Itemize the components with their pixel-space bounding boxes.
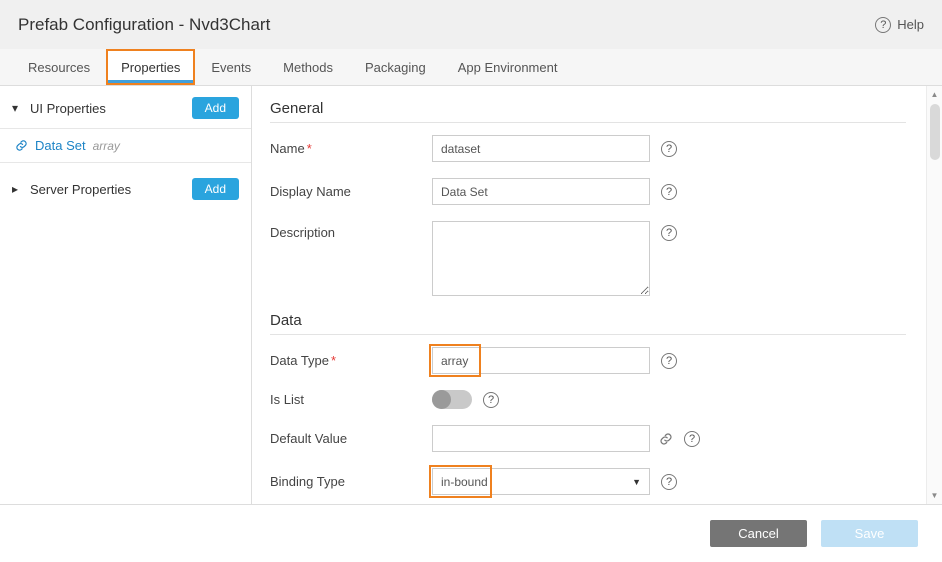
data-set-item-label: Data Set <box>35 138 86 153</box>
data-type-field-row: Data Type* ? <box>270 347 906 374</box>
is-list-toggle-knob <box>432 390 451 409</box>
display-name-label: Display Name <box>270 184 432 199</box>
sidebar-group-ui-properties[interactable]: ▾ UI Properties Add <box>0 88 251 128</box>
is-list-toggle[interactable] <box>432 390 472 409</box>
server-properties-label: Server Properties <box>30 182 131 197</box>
description-input[interactable] <box>432 221 650 296</box>
name-help-icon[interactable]: ? <box>661 141 677 157</box>
section-title-general: General <box>270 100 906 122</box>
save-button[interactable]: Save <box>821 520 918 547</box>
prefab-configuration-window: Prefab Configuration - Nvd3Chart ? Help … <box>0 0 942 562</box>
bind-property-icon[interactable] <box>659 432 673 446</box>
properties-sidebar: ▾ UI Properties Add Data Set array ▸ Ser… <box>0 86 252 504</box>
data-type-label: Data Type* <box>270 353 432 368</box>
chevron-down-icon: ▼ <box>632 477 641 487</box>
required-marker: * <box>307 141 312 156</box>
display-name-field-row: Display Name ? <box>270 178 906 205</box>
tab-resources[interactable]: Resources <box>12 49 106 85</box>
tab-app-environment[interactable]: App Environment <box>442 49 574 85</box>
tab-events[interactable]: Events <box>195 49 267 85</box>
tab-bar: Resources Properties Events Methods Pack… <box>0 49 942 86</box>
binding-type-select[interactable]: in-bound ▼ <box>432 468 650 495</box>
sidebar-group-server-properties[interactable]: ▸ Server Properties Add <box>0 169 251 209</box>
data-type-input[interactable] <box>432 347 650 374</box>
default-value-input[interactable] <box>432 425 650 452</box>
section-title-data: Data <box>270 312 906 334</box>
data-type-help-icon[interactable]: ? <box>661 353 677 369</box>
cancel-button[interactable]: Cancel <box>710 520 807 547</box>
default-value-field-row: Default Value ? <box>270 425 906 452</box>
section-divider <box>270 334 906 335</box>
vertical-scrollbar[interactable]: ▲ ▼ <box>926 86 942 504</box>
help-button[interactable]: ? Help <box>875 17 924 33</box>
display-name-input[interactable] <box>432 178 650 205</box>
tab-methods[interactable]: Methods <box>267 49 349 85</box>
ui-properties-label: UI Properties <box>30 101 106 116</box>
description-label: Description <box>270 221 432 240</box>
active-tab-underline <box>108 80 193 83</box>
name-field-row: Name* ? <box>270 135 906 162</box>
default-value-label: Default Value <box>270 431 432 446</box>
binding-type-help-icon[interactable]: ? <box>661 474 677 490</box>
help-label: Help <box>897 17 924 32</box>
window-header: Prefab Configuration - Nvd3Chart ? Help <box>0 0 942 49</box>
description-field-row: Description ? <box>270 221 906 296</box>
name-label: Name* <box>270 141 432 156</box>
tab-packaging[interactable]: Packaging <box>349 49 442 85</box>
is-list-label: Is List <box>270 392 432 407</box>
page-title: Prefab Configuration - Nvd3Chart <box>18 15 270 35</box>
bind-link-icon <box>15 139 28 152</box>
scroll-down-icon[interactable]: ▼ <box>931 489 939 502</box>
caret-right-icon: ▸ <box>12 182 22 196</box>
scrollbar-thumb[interactable] <box>930 104 940 160</box>
display-name-help-icon[interactable]: ? <box>661 184 677 200</box>
required-marker: * <box>331 353 336 368</box>
description-help-icon[interactable]: ? <box>661 225 677 241</box>
property-form: General Name* ? Display Name ? Descripti… <box>252 86 926 504</box>
caret-down-icon: ▾ <box>12 101 22 115</box>
sidebar-item-data-set[interactable]: Data Set array <box>0 128 251 163</box>
content-area: ▾ UI Properties Add Data Set array ▸ Ser… <box>0 86 942 505</box>
is-list-help-icon[interactable]: ? <box>483 392 499 408</box>
scroll-up-icon[interactable]: ▲ <box>931 88 939 101</box>
dialog-footer: Cancel Save <box>0 505 942 562</box>
is-list-field-row: Is List ? <box>270 390 906 409</box>
default-value-help-icon[interactable]: ? <box>684 431 700 447</box>
tab-properties[interactable]: Properties <box>106 49 195 85</box>
binding-type-value: in-bound <box>441 475 488 489</box>
add-ui-property-button[interactable]: Add <box>192 97 239 119</box>
add-server-property-button[interactable]: Add <box>192 178 239 200</box>
binding-type-field-row: Binding Type in-bound ▼ ? <box>270 468 906 495</box>
binding-type-label: Binding Type <box>270 474 432 489</box>
name-input[interactable] <box>432 135 650 162</box>
data-set-item-type: array <box>93 139 120 153</box>
help-icon: ? <box>875 17 891 33</box>
section-divider <box>270 122 906 123</box>
